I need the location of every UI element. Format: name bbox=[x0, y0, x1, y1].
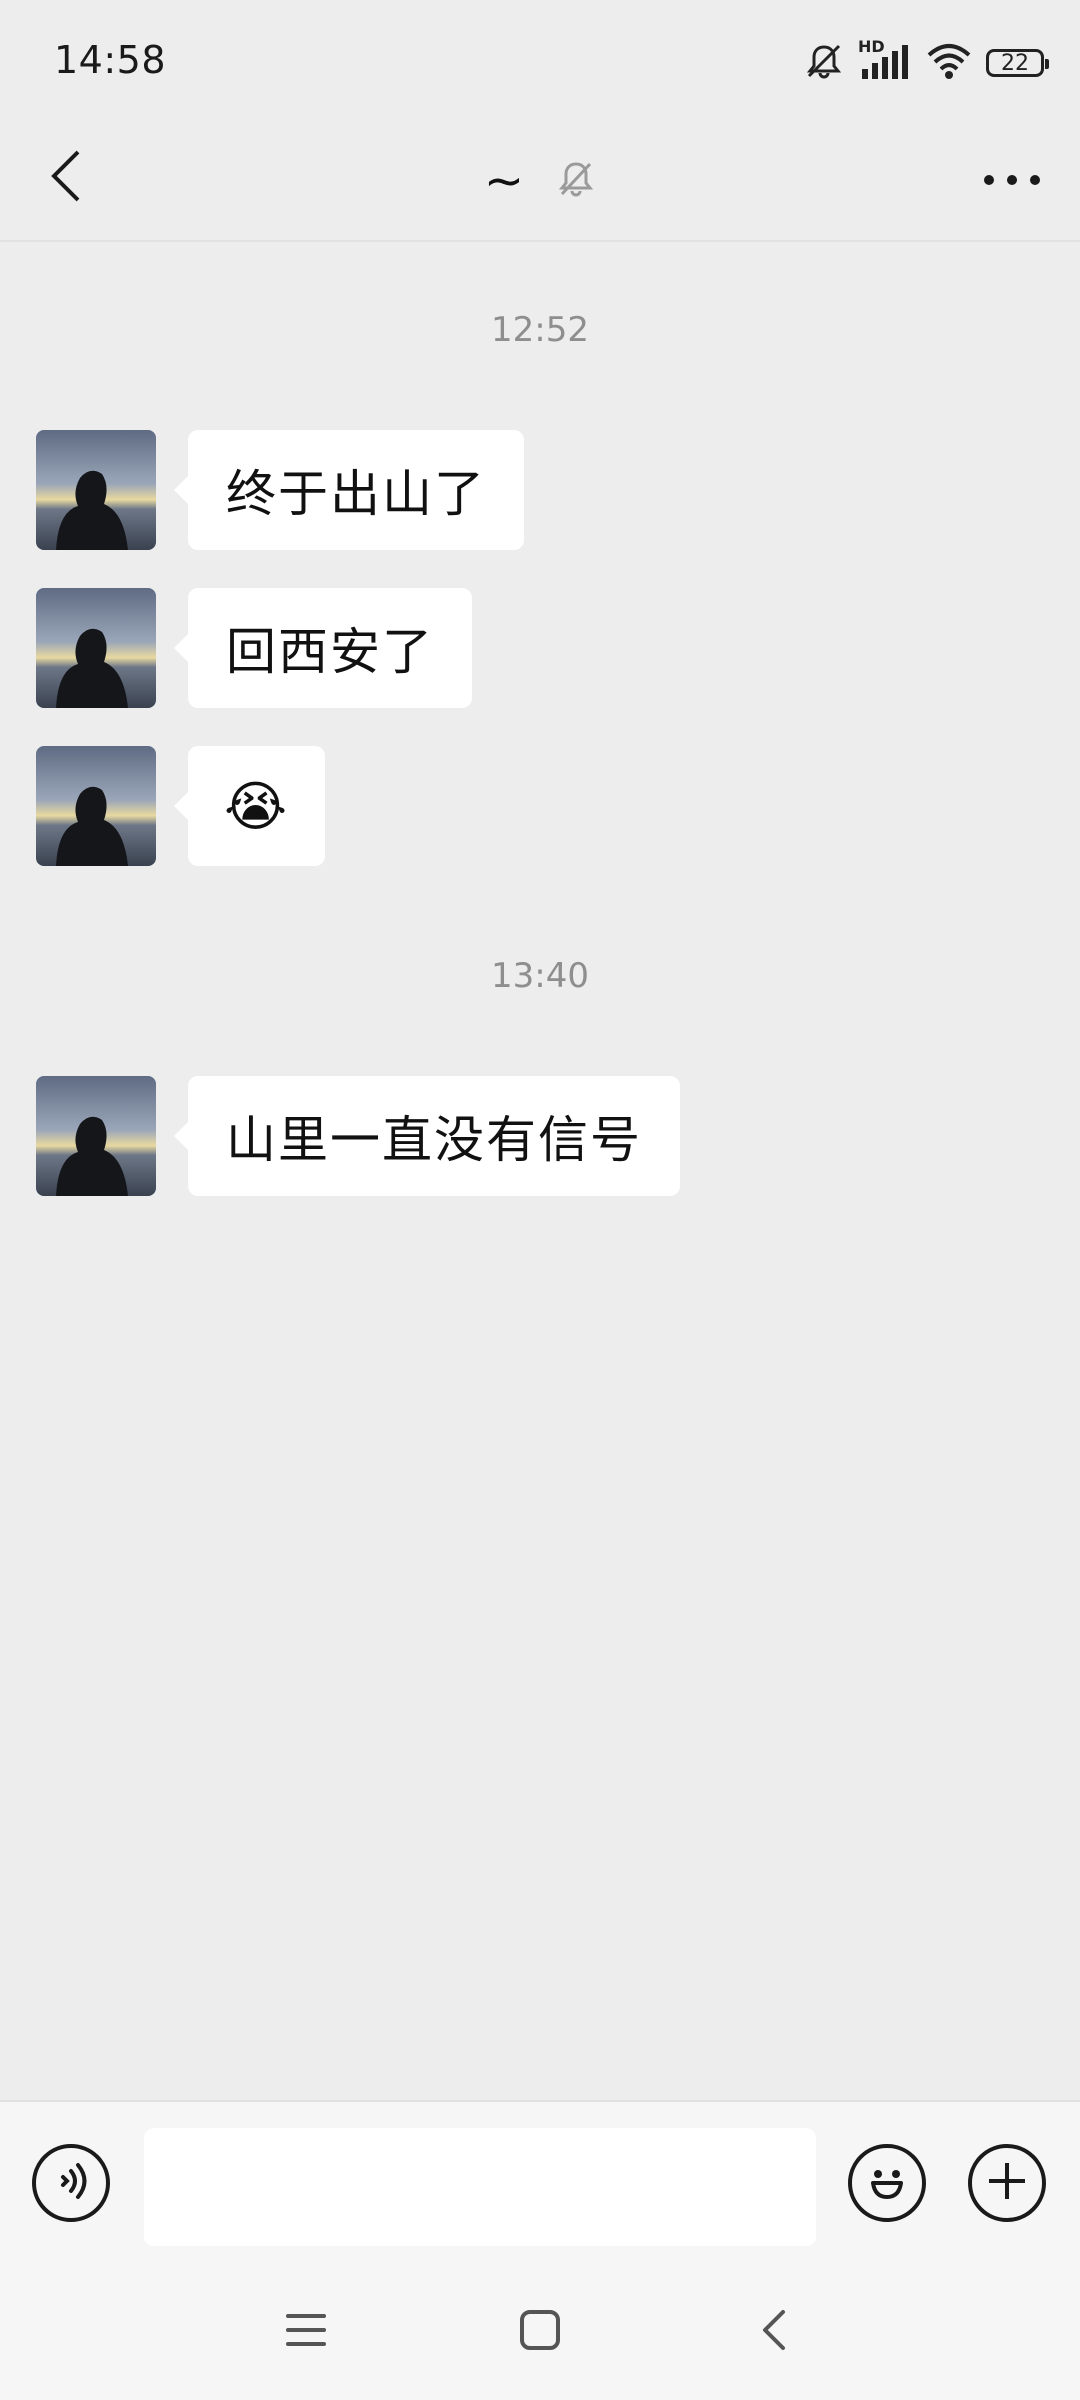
header-divider bbox=[0, 240, 1080, 242]
message-bubble[interactable]: 😭 bbox=[173, 746, 326, 866]
muted-bell-icon bbox=[556, 158, 596, 204]
chat-title: ~ bbox=[483, 153, 525, 209]
status-bar: 14:58 HD 22 bbox=[0, 0, 1080, 124]
voice-icon bbox=[49, 2159, 93, 2207]
chat-header: ~ bbox=[0, 124, 1080, 240]
message-row: 山里一直没有信号 bbox=[36, 1076, 680, 1196]
mute-bell-icon bbox=[804, 41, 844, 85]
crying-emoji: 😭 bbox=[224, 774, 290, 838]
more-functions-button[interactable] bbox=[968, 2144, 1046, 2222]
avatar[interactable] bbox=[36, 430, 156, 550]
system-navigation-bar bbox=[0, 2262, 1080, 2400]
plus-icon bbox=[985, 2159, 1029, 2207]
emoji-button[interactable] bbox=[848, 2144, 926, 2222]
time-separator: 13:40 bbox=[491, 956, 589, 996]
menu-icon bbox=[284, 2310, 328, 2354]
system-back-button[interactable] bbox=[734, 2292, 814, 2372]
message-bubble[interactable]: 山里一直没有信号 bbox=[174, 1076, 680, 1196]
message-row: 😭 bbox=[36, 746, 326, 866]
input-bar bbox=[0, 2100, 1080, 2262]
status-time: 14:58 bbox=[54, 38, 167, 82]
title-area: ~ bbox=[0, 146, 1080, 216]
message-row: 终于出山了 bbox=[36, 430, 524, 550]
more-button[interactable] bbox=[972, 146, 1052, 216]
time-separator: 12:52 bbox=[491, 310, 589, 350]
message-bubble[interactable]: 终于出山了 bbox=[174, 430, 524, 550]
more-dots-icon bbox=[982, 172, 1042, 191]
back-icon bbox=[759, 2308, 789, 2356]
avatar[interactable] bbox=[36, 588, 156, 708]
avatar[interactable] bbox=[36, 1076, 156, 1196]
voice-button[interactable] bbox=[32, 2144, 110, 2222]
home-button[interactable] bbox=[500, 2292, 580, 2372]
signal-icon: HD bbox=[858, 37, 912, 83]
emoji-smile-icon bbox=[859, 2153, 915, 2213]
battery-level: 22 bbox=[1001, 50, 1029, 76]
message-bubble[interactable]: 回西安了 bbox=[174, 588, 472, 708]
wifi-icon bbox=[926, 41, 972, 85]
status-icons: HD 22 bbox=[804, 37, 1049, 86]
message-input[interactable] bbox=[144, 2128, 816, 2246]
battery-icon: 22 bbox=[986, 49, 1049, 77]
home-icon bbox=[518, 2308, 562, 2356]
message-row: 回西安了 bbox=[36, 588, 472, 708]
avatar[interactable] bbox=[36, 746, 156, 866]
menu-button[interactable] bbox=[266, 2292, 346, 2372]
